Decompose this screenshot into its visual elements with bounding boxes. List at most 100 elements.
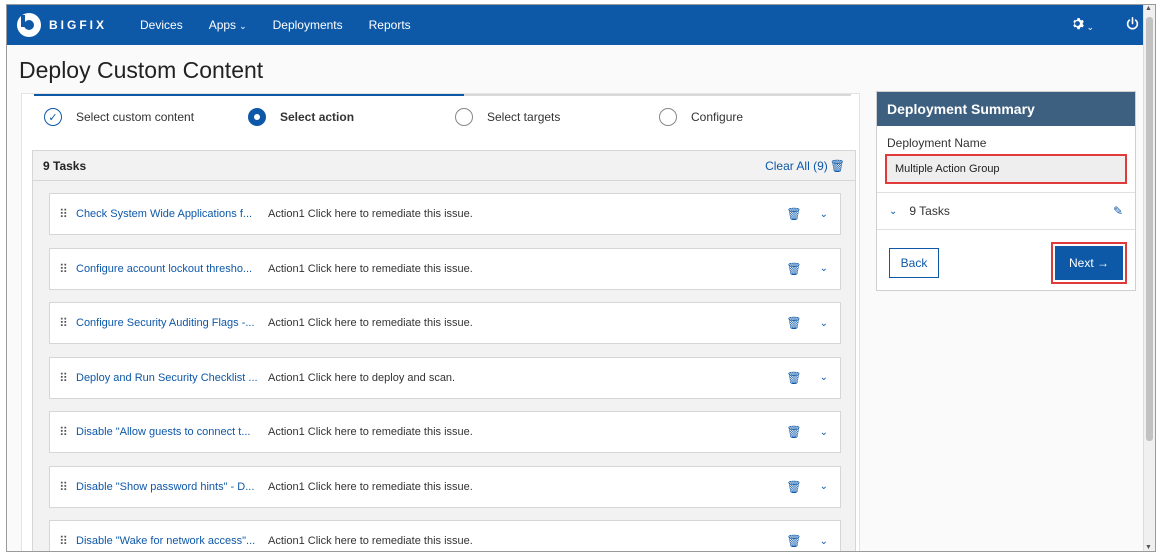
gear-icon (1073, 18, 1085, 30)
back-button[interactable]: Back (889, 248, 939, 278)
scroll-down-icon[interactable]: ▼ (1145, 544, 1152, 551)
app-window: BIGFIX Devices Apps ⌄ Deployments Reports… (6, 4, 1156, 552)
summary-tasks-label: 9 Tasks (909, 204, 950, 218)
checkmark-icon: ✓ (44, 108, 62, 126)
task-row[interactable]: ⠿ Disable "Show password hints" - D... Act… (49, 465, 841, 508)
nav-deployments[interactable]: Deployments (273, 18, 343, 32)
power-button[interactable] (1126, 17, 1139, 33)
chevron-down-icon[interactable]: ⌄ (820, 372, 828, 383)
step-label: Select action (280, 110, 355, 124)
row-actions: 🗑 ⌄ (786, 207, 840, 221)
nav-apps-label: Apps (208, 18, 237, 32)
chevron-down-icon[interactable]: ⌄ (889, 206, 897, 217)
settings-menu-button[interactable]: ⌄ (1071, 17, 1094, 33)
chevron-down-icon: ⌄ (1086, 22, 1094, 32)
task-action-text: Action1 Click here to remediate this iss… (268, 480, 473, 493)
empty-circle-icon (659, 108, 677, 126)
clear-all-label: Clear All (9) (765, 158, 828, 173)
step-label: Select targets (487, 110, 561, 124)
task-name-link[interactable]: Disable "Show password hints" - D... (76, 481, 268, 493)
nav-devices[interactable]: Devices (140, 18, 183, 32)
empty-circle-icon (455, 108, 473, 126)
row-actions: 🗑 ⌄ (786, 534, 840, 548)
task-row[interactable]: ⠿ Check System Wide Applications f... Acti… (49, 193, 841, 235)
trash-icon[interactable]: 🗑 (786, 480, 801, 494)
page-title: Deploy Custom Content (19, 57, 264, 83)
trash-icon[interactable]: 🗑 (786, 207, 801, 221)
bigfix-logo[interactable]: BIGFIX (17, 13, 107, 37)
task-name-link[interactable]: Configure Security Auditing Flags -... (76, 317, 268, 329)
summary-title: Deployment Summary (877, 92, 1135, 126)
drag-handle-icon[interactable]: ⠿ (50, 207, 76, 221)
step-select-custom-content[interactable]: ✓ Select custom content (44, 108, 194, 126)
chevron-down-icon[interactable]: ⌄ (820, 318, 828, 329)
chevron-down-icon[interactable]: ⌄ (820, 427, 828, 438)
row-actions: 🗑 ⌄ (786, 480, 840, 494)
chevron-down-icon[interactable]: ⌄ (820, 536, 828, 547)
scroll-up-icon[interactable]: ▲ (1145, 5, 1152, 12)
task-row[interactable]: ⠿ Disable "Wake for network access"... Act… (49, 520, 841, 551)
page-scrollbar[interactable]: ▲ ▼ (1143, 5, 1155, 551)
scroll-thumb[interactable] (1146, 17, 1153, 441)
task-action-text: Action1 Click here to remediate this iss… (268, 317, 473, 329)
task-action-text: Action1 Click here to remediate this iss… (268, 535, 473, 547)
progress-stepper: ✓ Select custom content Select action Se… (22, 94, 859, 144)
chevron-down-icon[interactable]: ⌄ (820, 263, 828, 274)
stepper-progress (34, 94, 464, 96)
row-actions: 🗑 ⌄ (786, 425, 840, 439)
task-action-text: Action1 Click here to remediate this iss… (268, 426, 473, 438)
step-label: Select custom content (76, 110, 195, 124)
deployment-summary-panel: Deployment Summary Deployment Name Multi… (876, 91, 1136, 291)
chevron-down-icon: ⌄ (239, 21, 247, 31)
chevron-down-icon[interactable]: ⌄ (820, 481, 828, 492)
task-action-text: Action1 Click here to remediate this iss… (268, 262, 473, 275)
deployment-name-label: Deployment Name (887, 136, 987, 150)
trash-icon[interactable]: 🗑 (786, 262, 801, 276)
drag-handle-icon[interactable]: ⠿ (50, 425, 76, 439)
drag-handle-icon[interactable]: ⠿ (50, 262, 76, 276)
logo-text: BIGFIX (49, 18, 108, 32)
nav-apps[interactable]: Apps ⌄ (209, 18, 247, 32)
task-name-link[interactable]: Disable "Allow guests to connect t... (76, 426, 268, 438)
clear-all-button[interactable]: Clear All (9) 🗑 (765, 159, 845, 173)
nav-reports[interactable]: Reports (369, 18, 411, 32)
drag-handle-icon[interactable]: ⠿ (50, 316, 76, 330)
row-actions: 🗑 ⌄ (786, 316, 840, 330)
step-select-targets[interactable]: Select targets (455, 108, 560, 126)
task-name-link[interactable]: Configure account lockout thresho... (76, 263, 268, 275)
task-row[interactable]: ⠿ Configure account lockout thresho... Act… (49, 247, 841, 290)
summary-actions: Back Next → (877, 230, 1135, 300)
row-actions: 🗑 ⌄ (786, 371, 840, 385)
trash-icon[interactable]: 🗑 (786, 371, 801, 385)
trash-icon[interactable]: 🗑 (786, 534, 801, 548)
task-action-text: Action1 Click here to deploy and scan. (268, 371, 456, 384)
summary-tasks-row[interactable]: ⌄ 9 Tasks ✎ (877, 193, 1135, 229)
edit-icon[interactable]: ✎ (1113, 204, 1123, 218)
deployment-name-field[interactable]: Multiple Action Group (885, 154, 1127, 184)
task-row[interactable]: ⠿ Deploy and Run Security Checklist ... Ac… (49, 356, 841, 399)
drag-handle-icon[interactable]: ⠿ (50, 371, 76, 385)
step-configure[interactable]: Configure (659, 108, 743, 126)
row-actions: 🗑 ⌄ (786, 262, 840, 276)
trash-icon[interactable]: 🗑 (786, 316, 801, 330)
step-label: Configure (691, 110, 744, 124)
bigfix-logo-icon (17, 13, 41, 37)
tasks-list: 9 Tasks Clear All (9) 🗑 ⠿ Check System Wid… (32, 150, 856, 551)
tasks-header: 9 Tasks Clear All (9) 🗑 (33, 151, 855, 181)
step-select-action[interactable]: Select action (248, 108, 354, 126)
task-row[interactable]: ⠿ Disable "Allow guests to connect t... Ac… (49, 411, 841, 453)
chevron-down-icon[interactable]: ⌄ (820, 209, 828, 220)
drag-handle-icon[interactable]: ⠿ (50, 480, 76, 494)
drag-handle-icon[interactable]: ⠿ (50, 534, 76, 548)
tasks-count: 9 Tasks (43, 158, 87, 173)
task-name-link[interactable]: Deploy and Run Security Checklist ... (76, 372, 268, 384)
top-nav: BIGFIX Devices Apps ⌄ Deployments Reports… (7, 5, 1155, 45)
task-action-text: Action1 Click here to remediate this iss… (268, 208, 473, 220)
power-icon (1126, 17, 1139, 30)
trash-icon[interactable]: 🗑 (786, 425, 801, 439)
task-name-link[interactable]: Disable "Wake for network access"... (76, 535, 268, 547)
next-button[interactable]: Next → (1055, 246, 1123, 280)
trash-icon: 🗑 (829, 158, 845, 173)
task-row[interactable]: ⠿ Configure Security Auditing Flags -... A… (49, 302, 841, 344)
task-name-link[interactable]: Check System Wide Applications f... (76, 208, 268, 220)
